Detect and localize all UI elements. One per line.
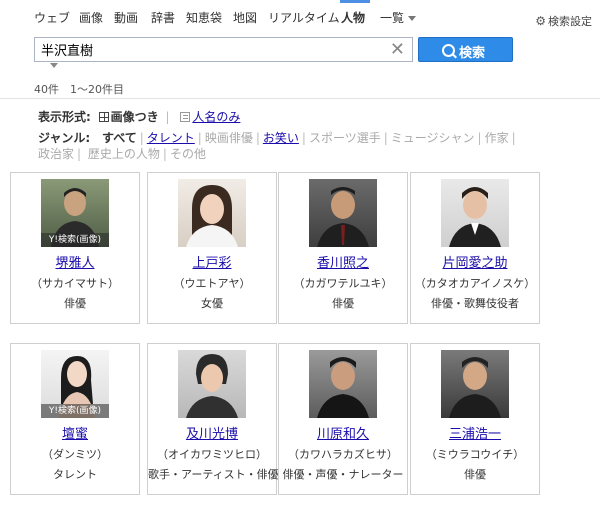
person-photo[interactable] bbox=[309, 179, 377, 247]
genre-musician: ミュージシャン bbox=[390, 131, 475, 145]
person-kana: （ダンミツ） bbox=[42, 448, 108, 461]
gear-icon: ⚙ bbox=[535, 14, 546, 28]
display-names-only-link[interactable]: 人名のみ bbox=[192, 110, 240, 124]
person-name-link[interactable]: 三浦浩一 bbox=[411, 423, 539, 442]
search-icon bbox=[442, 44, 455, 57]
person-kana: （サカイマサト） bbox=[31, 277, 119, 290]
person-photo[interactable]: Y!検索(画像) bbox=[41, 350, 109, 418]
person-silhouette-icon bbox=[186, 354, 238, 418]
person-kana: （ウエトアヤ） bbox=[173, 277, 251, 290]
person-card[interactable]: 上戸彩 （ウエトアヤ） 女優 bbox=[147, 172, 277, 324]
person-silhouette-icon bbox=[317, 187, 369, 247]
person-silhouette-icon bbox=[449, 187, 501, 247]
tab-realtime[interactable]: リアルタイム bbox=[268, 9, 340, 26]
person-name-link[interactable]: 堺雅人 bbox=[11, 252, 139, 271]
person-card[interactable]: 片岡愛之助 （カタオカアイノスケ） 俳優・歌舞伎役者 bbox=[410, 172, 540, 324]
person-photo[interactable]: Y!検索(画像) bbox=[41, 179, 109, 247]
person-card[interactable]: Y!検索(画像) 壇蜜 （ダンミツ） タレント bbox=[10, 343, 140, 495]
image-watermark: Y!検索(画像) bbox=[41, 404, 109, 418]
genre-politician: 政治家 bbox=[38, 147, 75, 161]
search-button[interactable]: 検索 bbox=[418, 37, 513, 62]
person-occupation: タレント bbox=[53, 468, 97, 481]
suggest-toggle-icon[interactable] bbox=[50, 63, 58, 68]
person-occupation: 俳優 bbox=[64, 297, 86, 310]
person-kana: （ミウラコウイチ） bbox=[425, 448, 525, 461]
person-card[interactable]: 川原和久 （カワハラカズヒサ） 俳優・声優・ナレーター bbox=[278, 343, 408, 495]
person-silhouette-icon bbox=[317, 357, 369, 418]
person-photo[interactable] bbox=[441, 179, 509, 247]
genre-all: すべて bbox=[102, 131, 137, 145]
search-input[interactable] bbox=[41, 40, 381, 59]
tab-list-menu[interactable]: 一覧 bbox=[380, 9, 417, 26]
genre-comedy-link[interactable]: お笑い bbox=[263, 131, 299, 145]
tab-chiebukuro[interactable]: 知恵袋 bbox=[186, 9, 222, 26]
tab-people[interactable]: 人物 bbox=[341, 9, 365, 26]
display-format-label: 表示形式: bbox=[38, 110, 91, 124]
genre-talent-link[interactable]: タレント bbox=[147, 131, 195, 145]
person-photo[interactable] bbox=[178, 350, 246, 418]
search-button-label: 検索 bbox=[459, 46, 486, 61]
person-occupation: 歌手・アーティスト・俳優 bbox=[148, 468, 279, 481]
tab-web[interactable]: ウェブ bbox=[34, 9, 70, 26]
tab-map[interactable]: 地図 bbox=[233, 9, 257, 26]
clear-icon[interactable]: ✕ bbox=[390, 39, 405, 61]
top-nav: ウェブ 画像 動画 辞書 知恵袋 地図 リアルタイム 人物 一覧 ⚙ 検索設定 bbox=[0, 0, 600, 32]
person-kana: （カガワテルユキ） bbox=[293, 277, 393, 290]
chevron-down-icon bbox=[408, 16, 417, 21]
person-photo[interactable] bbox=[178, 179, 246, 247]
genre-writer: 作家 bbox=[484, 131, 509, 145]
person-occupation: 俳優 bbox=[464, 468, 486, 481]
divider bbox=[0, 98, 600, 99]
person-photo[interactable] bbox=[441, 350, 509, 418]
person-card[interactable]: Y!検索(画像) 堺雅人 （サカイマサト） 俳優 bbox=[10, 172, 140, 324]
genre-historical: 歴史上の人物 bbox=[87, 147, 160, 161]
person-name-link[interactable]: 川原和久 bbox=[279, 423, 407, 442]
person-silhouette-icon bbox=[186, 185, 238, 247]
person-silhouette-icon bbox=[449, 357, 501, 418]
person-name-link[interactable]: 上戸彩 bbox=[148, 252, 276, 271]
person-occupation: 俳優 bbox=[332, 297, 354, 310]
genre-other: その他 bbox=[169, 147, 206, 161]
search-box: ✕ bbox=[34, 37, 413, 62]
display-format-row: 表示形式: 画像つき | 人名のみ bbox=[38, 110, 241, 124]
person-name-link[interactable]: 片岡愛之助 bbox=[411, 252, 539, 271]
person-name-link[interactable]: 及川光博 bbox=[148, 423, 276, 442]
image-watermark: Y!検索(画像) bbox=[41, 233, 109, 247]
genre-sports: スポーツ選手 bbox=[308, 131, 381, 145]
result-count: 40件 1〜20件目 bbox=[34, 83, 124, 96]
tab-list-label: 一覧 bbox=[380, 11, 405, 25]
genre-label: ジャンル: bbox=[38, 131, 91, 145]
person-kana: （カワハラカズヒサ） bbox=[288, 448, 398, 461]
search-settings-label: 検索設定 bbox=[548, 15, 592, 28]
person-card[interactable]: 香川照之 （カガワテルユキ） 俳優 bbox=[278, 172, 408, 324]
person-name-link[interactable]: 壇蜜 bbox=[11, 423, 139, 442]
tab-images[interactable]: 画像 bbox=[79, 9, 103, 26]
person-card[interactable]: 三浦浩一 （ミウラコウイチ） 俳優 bbox=[410, 343, 540, 495]
display-with-images: 画像つき bbox=[110, 110, 159, 124]
person-occupation: 女優 bbox=[201, 297, 223, 310]
person-photo[interactable] bbox=[309, 350, 377, 418]
tab-video[interactable]: 動画 bbox=[114, 9, 138, 26]
tab-dictionary[interactable]: 辞書 bbox=[151, 9, 175, 26]
genre-movie-actor: 映画俳優 bbox=[204, 131, 253, 145]
person-kana: （オイカワミツヒロ） bbox=[157, 448, 267, 461]
person-kana: （カタオカアイノスケ） bbox=[414, 277, 536, 290]
list-view-icon bbox=[180, 112, 191, 122]
person-card[interactable]: 及川光博 （オイカワミツヒロ） 歌手・アーティスト・俳優 bbox=[147, 343, 279, 495]
search-settings-link[interactable]: ⚙ 検索設定 bbox=[535, 13, 592, 29]
person-name-link[interactable]: 香川照之 bbox=[279, 252, 407, 271]
person-occupation: 俳優・歌舞伎役者 bbox=[431, 297, 519, 310]
grid-view-icon bbox=[98, 112, 109, 122]
genre-filter: ジャンル: すべて | タレント | 映画俳優 | お笑い | スポーツ選手 | ミュージシャン | 作… bbox=[38, 131, 516, 161]
person-occupation: 俳優・声優・ナレーター bbox=[282, 468, 404, 481]
active-tab-indicator bbox=[340, 0, 370, 3]
